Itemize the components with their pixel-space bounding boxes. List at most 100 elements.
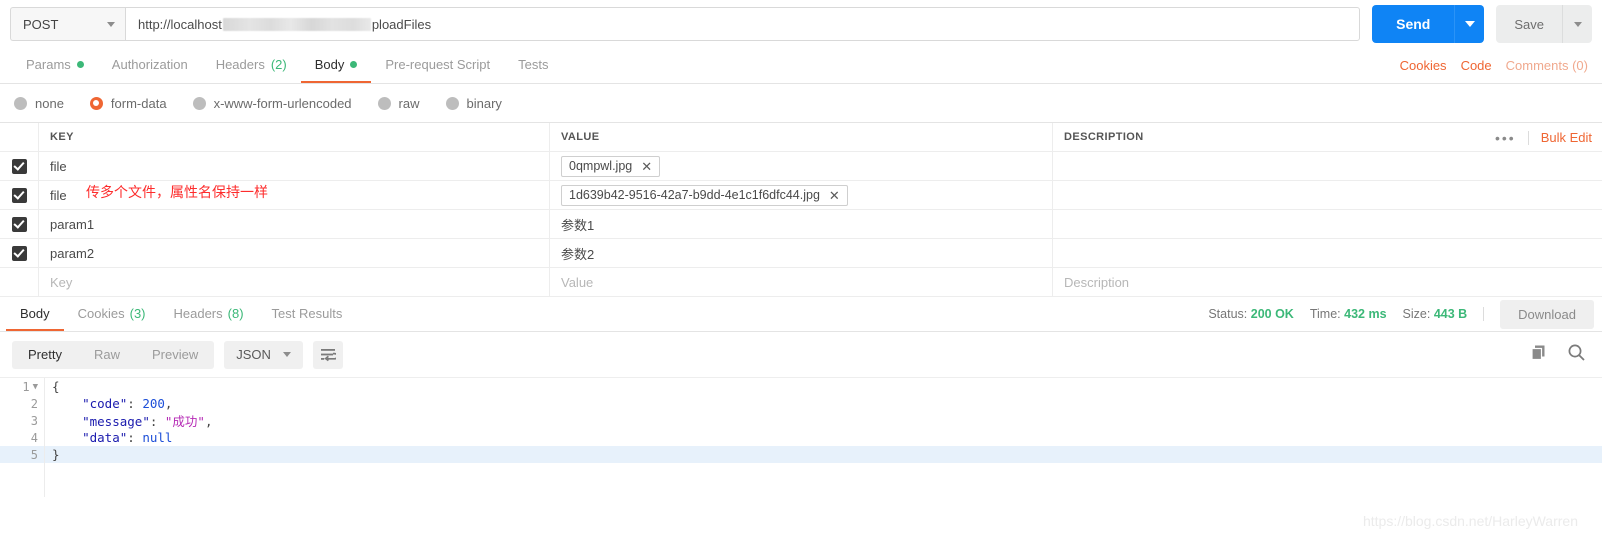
row-checkbox-cell[interactable] (0, 268, 39, 296)
more-options-icon[interactable]: ••• (1495, 131, 1516, 145)
response-tab-cookies[interactable]: Cookies (3) (64, 297, 160, 331)
line-number-gutter: 5 (0, 448, 44, 462)
column-header-value: VALUE (561, 131, 600, 143)
bulk-edit-link[interactable]: Bulk Edit (1541, 130, 1592, 145)
tab-pre-request-script[interactable]: Pre-request Script (371, 48, 504, 83)
checkbox-checked-icon[interactable] (11, 216, 27, 232)
gutter-divider (44, 378, 45, 497)
code-link[interactable]: Code (1461, 58, 1492, 73)
table-row: param2 参数2 (0, 239, 1602, 268)
row-checkbox-cell[interactable] (0, 210, 39, 238)
row-value-cell[interactable]: Value (550, 268, 1053, 296)
divider (1527, 130, 1529, 145)
body-type-none[interactable]: none (14, 96, 64, 111)
row-key-cell[interactable]: param1 (39, 210, 550, 238)
response-body-code[interactable]: 1 ▼ { 2 "code": 200, 3 "message": "成功", … (0, 377, 1602, 497)
view-mode-preview[interactable]: Preview (136, 341, 214, 369)
close-icon[interactable]: ✕ (641, 160, 652, 173)
url-redaction-blur (222, 17, 371, 31)
postman-window: POST http://localhost ploadFiles Send Sav… (0, 0, 1602, 539)
form-data-table: KEY VALUE DESCRIPTION ••• Bulk Edit file (0, 122, 1602, 297)
response-tab-headers[interactable]: Headers (8) (160, 297, 258, 331)
row-key-cell[interactable]: param2 (39, 239, 550, 267)
download-button[interactable]: Download (1500, 299, 1594, 329)
row-description-cell[interactable] (1053, 152, 1602, 180)
line-number: 4 (30, 430, 38, 445)
body-type-form-data[interactable]: form-data (89, 96, 167, 111)
row-key-cell[interactable]: Key (39, 268, 550, 296)
checkbox-checked-icon[interactable] (11, 158, 27, 174)
tab-tests[interactable]: Tests (504, 48, 562, 83)
radio-label: x-www-form-urlencoded (213, 95, 352, 111)
code-text: "code": 200, (82, 396, 173, 411)
view-mode-toggle: Pretty Raw Preview (12, 340, 215, 369)
tab-label: Body (314, 57, 345, 72)
tab-label: Authorization (111, 57, 188, 72)
row-key-cell[interactable]: file (39, 152, 550, 180)
row-description-cell[interactable] (1053, 210, 1602, 238)
line-number: 1 (22, 379, 30, 394)
row-description-cell[interactable] (1053, 181, 1602, 209)
save-button[interactable]: Save (1496, 5, 1562, 43)
tab-authorization[interactable]: Authorization (98, 48, 202, 83)
radio-icon (445, 96, 459, 110)
radio-label: raw (398, 95, 420, 111)
row-description-cell[interactable] (1053, 239, 1602, 267)
row-checkbox-cell[interactable] (0, 152, 39, 180)
http-method-select[interactable]: POST (10, 7, 125, 41)
view-mode-pretty[interactable]: Pretty (12, 341, 78, 369)
response-toolbar: Pretty Raw Preview JSON (0, 332, 1602, 377)
json-value: 200 (142, 396, 165, 411)
radio-icon (377, 96, 391, 110)
file-chip[interactable]: 0qmpwl.jpg ✕ (561, 155, 661, 177)
row-value-cell[interactable]: 参数1 (550, 210, 1053, 238)
description-placeholder: Description (1064, 274, 1130, 290)
search-button[interactable] (1567, 343, 1586, 367)
row-value-cell[interactable]: 0qmpwl.jpg ✕ (550, 152, 1053, 180)
checkbox-checked-icon[interactable] (11, 187, 27, 203)
file-chip[interactable]: 1d639b42-9516-42a7-b9dd-4e1c1f6dfc44.jpg… (561, 184, 848, 206)
response-toolbar-right (1530, 332, 1586, 377)
send-options-button[interactable] (1454, 5, 1485, 43)
word-wrap-button[interactable] (312, 340, 343, 369)
comments-link[interactable]: Comments (0) (1506, 58, 1588, 73)
row-checkbox-cell[interactable] (0, 181, 39, 209)
line-number-gutter: 3 (0, 414, 44, 428)
checkbox-checked-icon[interactable] (11, 245, 27, 261)
url-input[interactable]: http://localhost ploadFiles (125, 7, 1361, 41)
time-label: Time: (1309, 307, 1341, 321)
row-checkbox-cell[interactable] (0, 239, 39, 267)
close-icon[interactable]: ✕ (829, 189, 840, 202)
code-line: 5 } (0, 446, 1602, 463)
chevron-down-icon (1573, 21, 1582, 27)
line-number-gutter: 1 ▼ (0, 380, 44, 394)
row-description-cell[interactable]: Description (1053, 268, 1602, 296)
copy-icon (1531, 345, 1545, 360)
body-type-raw[interactable]: raw (377, 95, 420, 111)
tab-label: Headers (215, 57, 265, 72)
response-tab-test-results[interactable]: Test Results (258, 297, 357, 331)
cookies-link[interactable]: Cookies (1400, 58, 1447, 73)
annotation-text: 传多个文件，属性名保持一样 (86, 185, 268, 201)
format-select[interactable]: JSON (224, 340, 303, 369)
send-button[interactable]: Send (1372, 5, 1455, 43)
tab-label: Headers (173, 305, 223, 321)
status-label: Status: (1208, 307, 1248, 321)
tab-headers[interactable]: Headers (2) (202, 48, 301, 83)
fold-arrow-icon[interactable]: ▼ (33, 382, 38, 392)
modified-dot-icon (350, 61, 358, 68)
row-value-cell[interactable]: 1d639b42-9516-42a7-b9dd-4e1c1f6dfc44.jpg… (550, 181, 1053, 209)
tab-body[interactable]: Body (300, 48, 372, 83)
save-options-button[interactable] (1562, 5, 1592, 43)
view-mode-raw[interactable]: Raw (78, 341, 136, 369)
response-tab-body[interactable]: Body (6, 297, 64, 331)
body-type-binary[interactable]: binary (445, 96, 502, 111)
time-group: Time: 432 ms (1310, 307, 1387, 321)
tab-params[interactable]: Params (12, 48, 98, 83)
body-type-x-www-form-urlencoded[interactable]: x-www-form-urlencoded (192, 95, 352, 111)
row-value-cell[interactable]: 参数2 (550, 239, 1053, 267)
column-header-description: DESCRIPTION (1064, 131, 1144, 143)
header-checkbox-cell (0, 123, 39, 151)
radio-selected-icon (89, 96, 103, 110)
copy-button[interactable] (1530, 344, 1547, 366)
